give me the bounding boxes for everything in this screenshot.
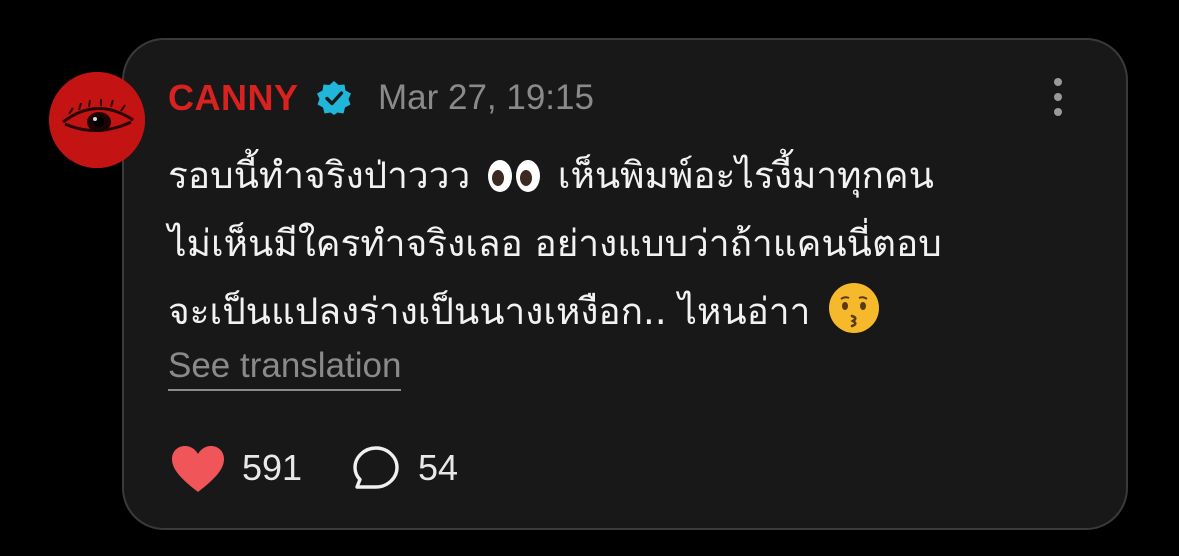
- post-timestamp: Mar 27, 19:15: [378, 78, 594, 117]
- more-vertical-icon[interactable]: [1046, 78, 1070, 118]
- speech-bubble-icon[interactable]: [352, 445, 400, 491]
- author-name[interactable]: CANNY: [168, 77, 299, 119]
- avatar[interactable]: [49, 72, 145, 168]
- post-text-line: จะเป็นแปลงร่างเป็นนางเหงือก.. ไหนอ่าา: [168, 278, 1108, 346]
- kissing-face-emoji-icon: [829, 283, 880, 333]
- eye-artwork-icon: [49, 72, 145, 168]
- post-text: รอบนี้ทำจริงป่าววว เห็นพิมพ์อะไรงี้มาทุก…: [168, 142, 1108, 346]
- post-text-line: รอบนี้ทำจริงป่าววว เห็นพิมพ์อะไรงี้มาทุก…: [168, 154, 934, 197]
- verified-badge-icon: [317, 81, 351, 115]
- reply-count: 54: [418, 447, 459, 488]
- post-text-line: ไม่เห็นมีใครทำจริงเลอ อย่างแบบว่าถ้าแคนน…: [168, 222, 942, 265]
- see-translation-link[interactable]: See translation: [168, 345, 402, 391]
- eyes-emoji-icon: [488, 160, 541, 192]
- heart-icon[interactable]: [170, 444, 226, 494]
- like-count: 591: [242, 447, 303, 488]
